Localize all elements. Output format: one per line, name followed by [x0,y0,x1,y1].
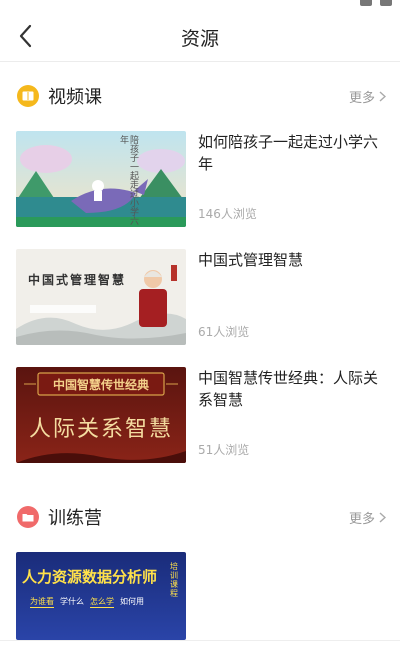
camp-card-1-thumbnail: 人力资源数据分析师 培训课程 为谁看 学什么 怎么学 如何用 [16,552,186,640]
book-icon [17,85,39,107]
video-card-1-thumb-text: 陪孩子一起走过小学六年 [118,135,138,225]
camp-section: 训练营 更多 人力资源数据分析师 培训课程 为谁看 学什么 怎么学 如何用 [0,498,400,640]
camp-tag: 怎么学 [90,597,114,608]
video-section-header: 视频课 更多 [0,77,400,117]
camp-card-1-thumb-text: 人力资源数据分析师 [22,568,158,586]
camp-tag: 为谁看 [30,597,54,608]
video-card-2-title: 中国式管理智慧 [198,251,304,269]
page-title: 资源 [180,28,219,50]
signal-icon [360,0,372,6]
camp-section-title: 训练营 [48,508,102,529]
camp-more-label: 更多 [348,512,375,527]
chevron-right-icon [379,91,386,102]
camp-tag: 如何用 [120,597,144,606]
camp-card-1-thumb-badge: 培训课程 [170,562,178,598]
chevron-right-icon [379,512,386,523]
video-card-1-views: 146人浏览 [198,207,257,221]
camp-card-1[interactable]: 人力资源数据分析师 培训课程 为谁看 学什么 怎么学 如何用 [16,552,386,640]
status-icons [360,0,392,6]
video-card-2-thumb-text: 中国式管理智慧 [28,273,127,287]
folder-icon [17,506,39,528]
video-section-title: 视频课 [48,87,102,108]
video-card-3[interactable]: 中国智慧传世经典 人际关系智慧 中国智慧传世经典：人际关系智慧 51人浏览 [16,367,386,467]
top-nav-bar: 资源 [0,12,400,62]
video-more-link[interactable]: 更多 [349,87,386,106]
camp-card-1-tags: 为谁看 学什么 怎么学 如何用 [30,596,144,608]
video-card-2-thumbnail: 中国式管理智慧 [16,249,186,345]
video-card-2[interactable]: 中国式管理智慧 中国式管理智慧 61人浏览 [16,249,386,349]
camp-tag: 学什么 [60,597,84,606]
video-card-3-title: 中国智慧传世经典：人际关系智慧 [198,369,379,409]
camp-more-link[interactable]: 更多 [349,508,386,527]
video-section: 视频课 更多 陪孩子一起走过小学六年 如何陪孩子一起走过小学六年 146人浏览 … [0,77,400,477]
camp-section-header: 训练营 更多 [0,498,400,538]
video-card-3-views: 51人浏览 [198,443,250,457]
battery-icon [380,0,392,6]
video-card-3-thumb-text: 人际关系智慧 [28,417,173,442]
bottom-tab-bar [0,640,400,652]
video-card-3-thumb-banner: 中国智慧传世经典 [52,378,149,392]
video-card-3-thumbnail: 中国智慧传世经典 人际关系智慧 [16,367,186,463]
video-card-1[interactable]: 陪孩子一起走过小学六年 如何陪孩子一起走过小学六年 146人浏览 [16,131,386,231]
video-card-1-thumbnail: 陪孩子一起走过小学六年 [16,131,186,227]
video-more-label: 更多 [348,91,375,106]
video-card-2-views: 61人浏览 [198,325,250,339]
video-card-1-title: 如何陪孩子一起走过小学六年 [198,133,379,173]
status-bar [0,0,400,12]
